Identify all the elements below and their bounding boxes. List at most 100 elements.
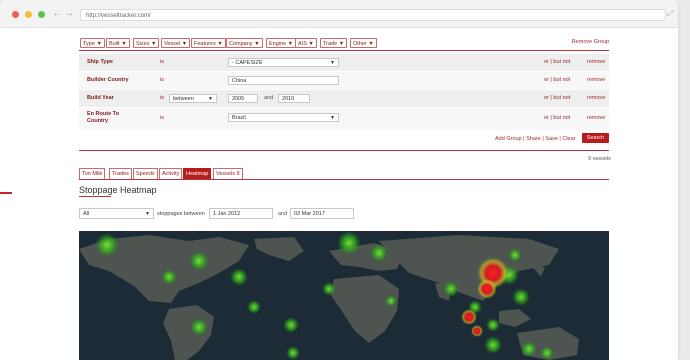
filter-engine-button[interactable]: Engine ▼	[266, 38, 297, 48]
or-link[interactable]: or	[544, 95, 549, 101]
criteria-label: Build Year	[87, 95, 114, 101]
criteria-operator: is	[160, 77, 164, 83]
tab-trades[interactable]: Trades	[109, 168, 132, 179]
build-year-to-input[interactable]: 2010	[278, 94, 310, 103]
criteria-label: En Route To Country	[87, 111, 119, 125]
filter-company-button[interactable]: Company ▼	[226, 38, 263, 48]
landmass	[79, 235, 579, 360]
or-but-not-links: or | but not	[544, 77, 570, 83]
select-value: Brazil	[232, 115, 246, 121]
filter-vessel-button[interactable]: Vessel ▼	[161, 38, 191, 48]
address-bar[interactable]: http://vesseltracker.com/	[80, 9, 666, 21]
criteria-row: Builder Country is China or | but not re…	[79, 72, 609, 90]
separator: |	[550, 115, 552, 121]
tab-vessels[interactable]: Vessels 9	[213, 168, 243, 179]
stoppage-heatmap-map[interactable]	[79, 231, 609, 360]
tab-ton-mile[interactable]: Ton Mile	[79, 168, 106, 179]
but-not-link[interactable]: but not	[553, 59, 570, 65]
or-link[interactable]: or	[544, 115, 549, 121]
filter-type-button[interactable]: Type ▼	[80, 38, 105, 48]
en-route-country-select[interactable]: Brazil ▼	[228, 113, 339, 122]
remove-link[interactable]: remove	[587, 95, 605, 101]
or-link[interactable]: or	[544, 77, 549, 83]
close-window-icon[interactable]	[12, 11, 19, 18]
save-link[interactable]: Save	[545, 136, 558, 142]
title-underline	[79, 196, 111, 197]
tab-speeds[interactable]: Speeds	[133, 168, 158, 179]
and-label: and	[264, 95, 274, 101]
back-arrow-icon[interactable]: ←	[52, 9, 62, 19]
criteria-operator: is	[160, 95, 164, 101]
browser-toolbar: ← → http://vesseltracker.com/ ⤢	[0, 0, 678, 28]
criteria-row: Build Year is between ▼ 2005 and 2010 or …	[79, 90, 609, 108]
filter-sizes-button[interactable]: Sizes ▼	[133, 38, 160, 48]
side-accent-marker	[0, 192, 12, 194]
ship-type-select[interactable]: - CAPESIZE ▼	[228, 58, 339, 67]
tab-heatmap[interactable]: Heatmap	[183, 168, 212, 179]
from-date-input[interactable]: 1 Jan 2012	[209, 208, 273, 219]
or-but-not-links: or | but not	[544, 59, 570, 65]
but-not-link[interactable]: but not	[553, 95, 570, 101]
share-link[interactable]: Share	[526, 136, 541, 142]
select-value: All	[83, 211, 90, 217]
filter-category-bar: Type ▼ Built ▼ Sizes ▼ Vessel ▼ Features…	[79, 36, 609, 51]
criteria-row: En Route To Country is Brazil ▼ or | but n…	[79, 108, 609, 131]
select-value: between	[173, 96, 194, 102]
browser-window: ← → http://vesseltracker.com/ ⤢ Type ▼ B…	[0, 0, 678, 360]
criteria-operator: is	[160, 115, 164, 121]
and-label: and	[278, 211, 288, 217]
minimize-window-icon[interactable]	[25, 11, 32, 18]
builder-country-select[interactable]: China	[228, 76, 339, 85]
remove-group-link[interactable]: Remove Group	[572, 38, 609, 47]
criteria-row: Ship Type is - CAPESIZE ▼ or | but not re…	[79, 54, 609, 72]
criteria-label: Builder Country	[87, 77, 129, 83]
separator: |	[550, 95, 552, 101]
separator: |	[550, 59, 552, 65]
stoppages-between-label: stoppages between	[157, 211, 205, 217]
criteria-label: Ship Type	[87, 59, 113, 65]
stoppage-type-select[interactable]: All ▼	[79, 208, 154, 219]
expand-icon[interactable]: ⤢	[667, 9, 673, 19]
remove-link[interactable]: remove	[587, 59, 605, 65]
label-line: En Route To	[87, 111, 119, 117]
search-button[interactable]: Search	[582, 133, 609, 143]
forward-arrow-icon[interactable]: →	[64, 9, 74, 19]
or-but-not-links: or | but not	[544, 95, 570, 101]
remove-link[interactable]: remove	[587, 115, 605, 121]
filter-ais-button[interactable]: AIS ▼	[295, 38, 317, 48]
tab-activity[interactable]: Activity	[159, 168, 183, 179]
range-operator-select[interactable]: between ▼	[169, 94, 217, 103]
maximize-window-icon[interactable]	[38, 11, 45, 18]
dropdown-arrow-icon: ▼	[330, 60, 335, 66]
separator: |	[542, 136, 544, 142]
to-date-input[interactable]: 03 Mar 2017	[290, 208, 354, 219]
page-title: Stoppage Heatmap	[79, 185, 157, 195]
or-but-not-links: or | but not	[544, 115, 570, 121]
separator: |	[550, 77, 552, 83]
divider	[79, 150, 609, 151]
filter-trade-button[interactable]: Trade ▼	[320, 38, 348, 48]
but-not-link[interactable]: but not	[553, 115, 570, 121]
add-group-link[interactable]: Add Group	[495, 136, 522, 142]
dropdown-arrow-icon: ▼	[208, 96, 213, 102]
separator: |	[523, 136, 525, 142]
build-year-from-input[interactable]: 2005	[228, 94, 258, 103]
world-heatmap	[79, 231, 579, 360]
filter-features-button[interactable]: Features ▼	[191, 38, 226, 48]
dropdown-arrow-icon: ▼	[145, 211, 150, 217]
select-value: - CAPESIZE	[232, 60, 263, 66]
results-tabs: Ton Mile Trades Speeds Activity Heatmap …	[79, 168, 609, 180]
separator: |	[559, 136, 561, 142]
dropdown-arrow-icon: ▼	[330, 115, 335, 121]
filter-built-button[interactable]: Built ▼	[106, 38, 130, 48]
group-actions: Add Group | Share | Save | Clear	[495, 136, 576, 142]
remove-link[interactable]: remove	[587, 77, 605, 83]
vessel-count: 9 vessels	[588, 156, 611, 162]
select-value: China	[232, 78, 247, 84]
clear-link[interactable]: Clear	[562, 136, 575, 142]
or-link[interactable]: or	[544, 59, 549, 65]
filter-other-button[interactable]: Other ▼	[350, 38, 377, 48]
criteria-operator: is	[160, 59, 164, 65]
but-not-link[interactable]: but not	[553, 77, 570, 83]
label-line: Country	[87, 118, 109, 124]
